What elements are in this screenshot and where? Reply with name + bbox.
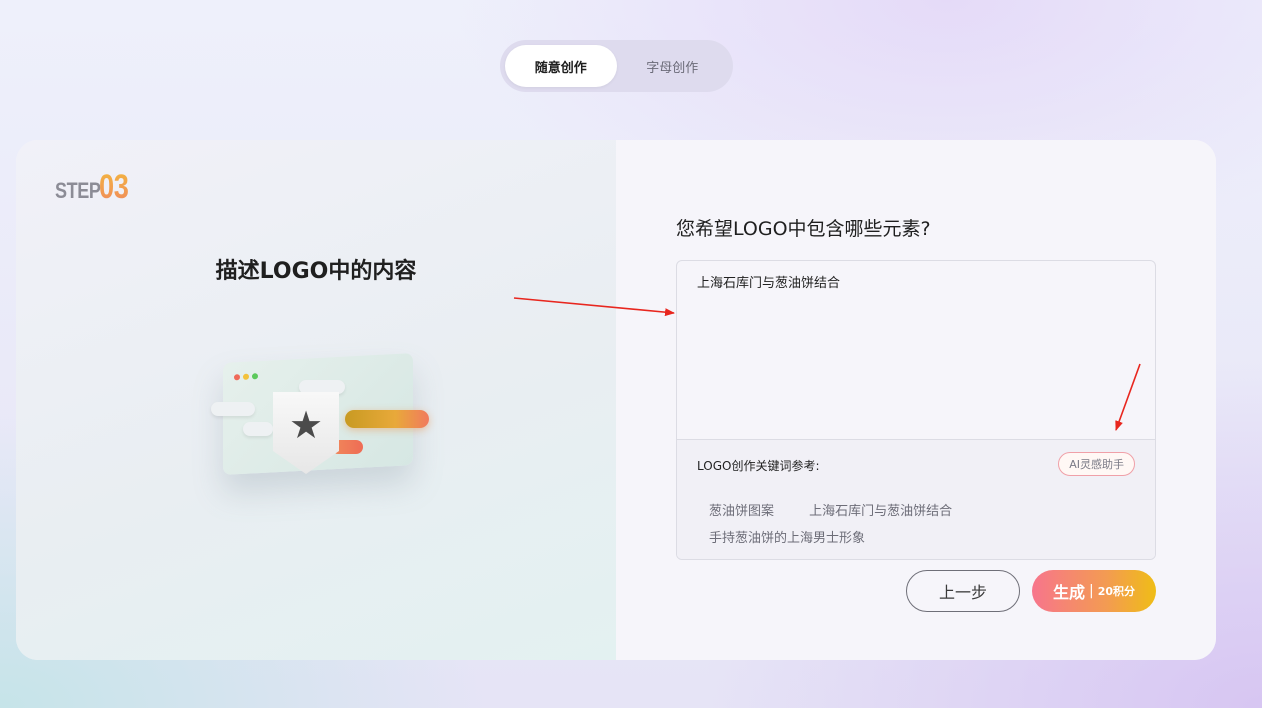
right-panel: 您希望LOGO中包含哪些元素? 上海石库门与葱油饼结合 LOGO创作关键词参考:… — [616, 140, 1216, 660]
left-panel: STEP 03 描述LOGO中的内容 ★ — [16, 140, 616, 660]
keyword-chip[interactable]: 葱油饼图案 — [709, 500, 774, 519]
star-icon: ★ — [288, 403, 324, 447]
keyword-list: 葱油饼图案 上海石库门与葱油饼结合 手持葱油饼的上海男士形象 — [709, 500, 1129, 554]
keyword-section: LOGO创作关键词参考: AI灵感助手 葱油饼图案 上海石库门与葱油饼结合 手持… — [677, 439, 1155, 559]
prev-step-button[interactable]: 上一步 — [906, 570, 1020, 612]
left-title: 描述LOGO中的内容 — [215, 259, 417, 284]
generate-label: 生成 — [1052, 583, 1085, 602]
elements-editor: 上海石库门与葱油饼结合 LOGO创作关键词参考: AI灵感助手 葱油饼图案 上海… — [676, 260, 1156, 560]
decor-pill — [299, 380, 345, 394]
mode-switch: 随意创作 字母创作 — [500, 40, 733, 92]
step-label: STEP — [55, 178, 101, 203]
elements-input[interactable]: 上海石库门与葱油饼结合 — [677, 261, 1155, 439]
generate-separator: | — [1088, 583, 1094, 599]
step-card: STEP 03 描述LOGO中的内容 ★ 您希望LOGO中包含哪些元素? 上海石… — [16, 140, 1216, 660]
generate-button[interactable]: 生成 | 20积分 — [1032, 570, 1156, 612]
keyword-chip[interactable]: 上海石库门与葱油饼结合 — [809, 500, 952, 519]
ai-assistant-button[interactable]: AI灵感助手 — [1058, 452, 1135, 476]
keywords-label: LOGO创作关键词参考: — [697, 459, 820, 473]
step-number: 03 — [99, 168, 129, 206]
window-dot — [243, 373, 249, 380]
decor-pill — [243, 422, 273, 436]
window-dot — [252, 373, 258, 380]
generate-cost: 20积分 — [1097, 585, 1136, 598]
keyword-chip[interactable]: 手持葱油饼的上海男士形象 — [709, 527, 865, 546]
window-dots-icon — [234, 374, 240, 381]
question-heading: 您希望LOGO中包含哪些元素? — [676, 218, 931, 240]
tab-random-creation[interactable]: 随意创作 — [505, 45, 617, 87]
decor-bar — [345, 410, 429, 428]
tab-letter-creation[interactable]: 字母创作 — [617, 45, 729, 87]
decor-pill — [211, 402, 255, 416]
logo-illustration: ★ — [211, 350, 441, 500]
step-indicator: STEP 03 — [55, 170, 136, 204]
